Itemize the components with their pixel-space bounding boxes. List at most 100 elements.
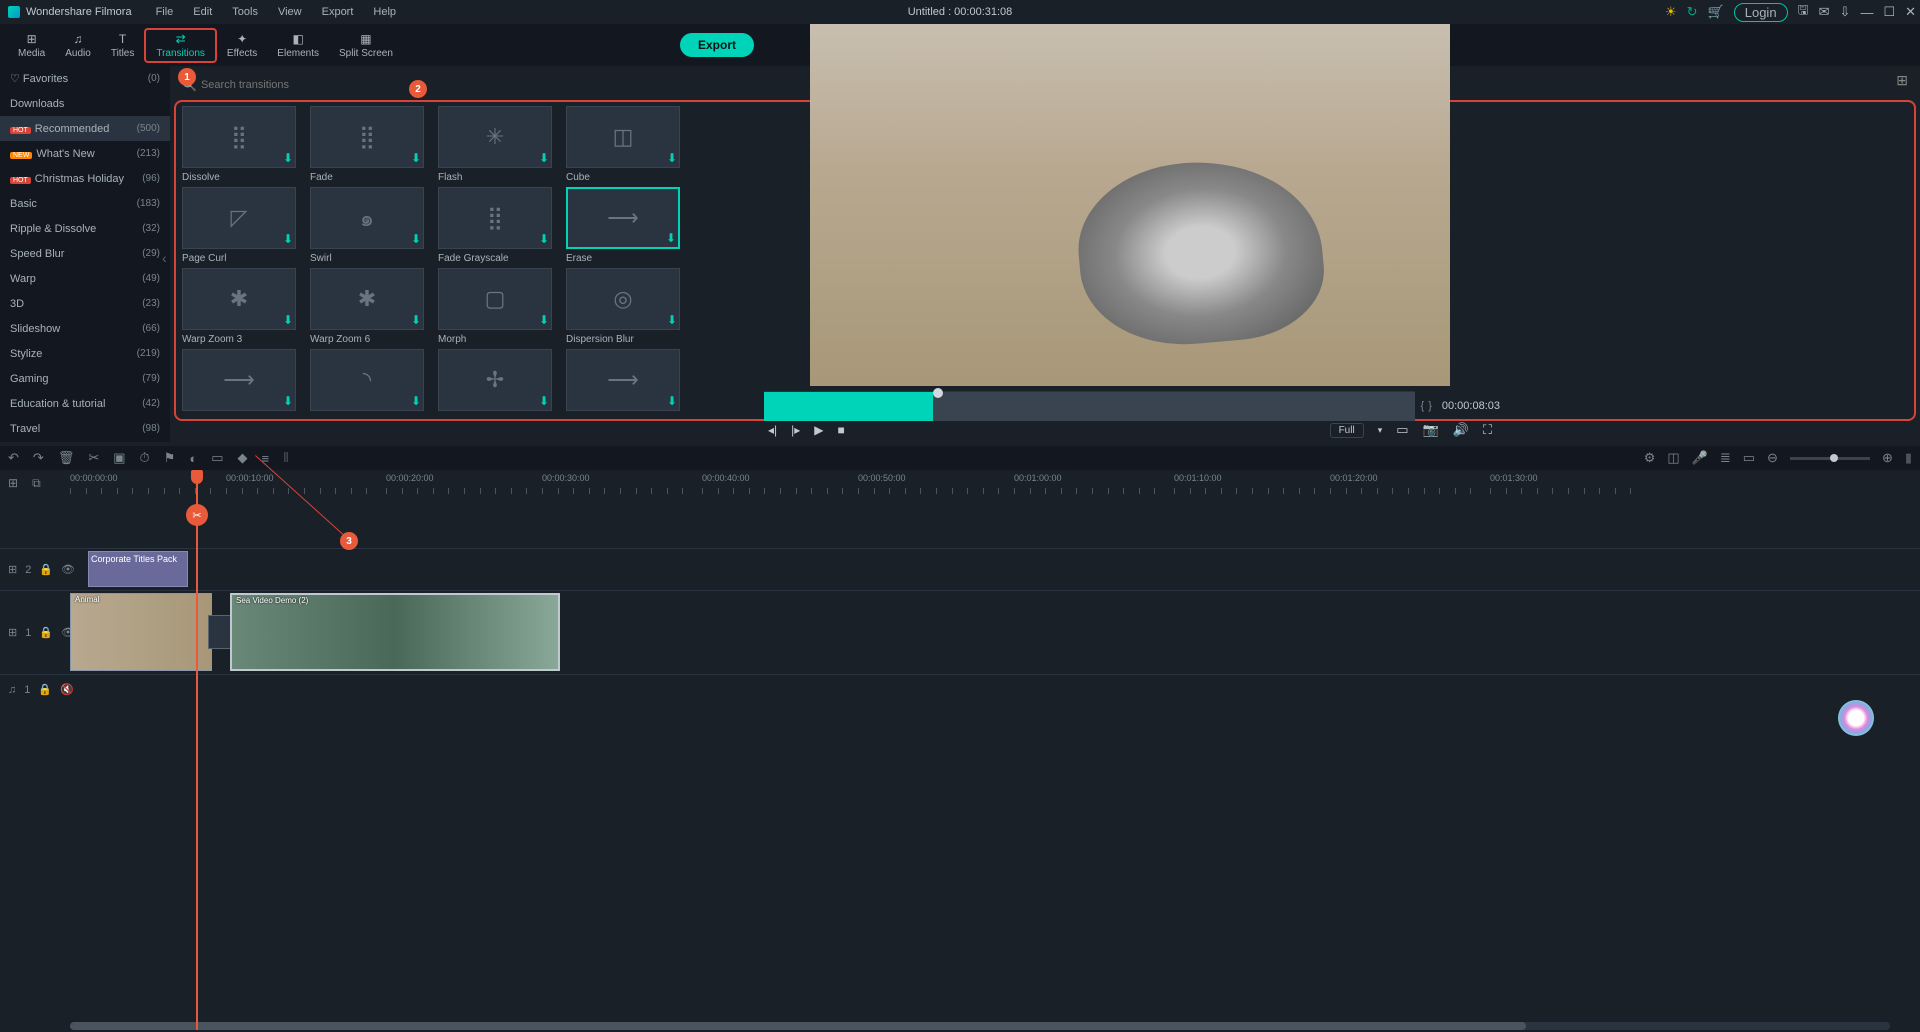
- transition-thumb[interactable]: ✱⬇: [310, 268, 424, 330]
- download-icon[interactable]: ⬇: [411, 313, 421, 327]
- tab-effects[interactable]: ✦Effects: [217, 30, 267, 61]
- transition-thumb[interactable]: ⣿⬇: [310, 106, 424, 168]
- sidebar-item[interactable]: Downloads: [0, 91, 170, 116]
- transition-thumb[interactable]: ✢⬇: [438, 349, 552, 411]
- download-icon[interactable]: ⬇: [539, 313, 549, 327]
- sidebar-item[interactable]: HOTRecommended(500): [0, 116, 170, 141]
- prev-frame-icon[interactable]: ◂|: [768, 423, 777, 437]
- out-bracket-icon[interactable]: }: [1428, 400, 1432, 412]
- transition-card[interactable]: ◎⬇Dispersion Blur: [566, 268, 690, 345]
- color-icon[interactable]: ◐: [189, 451, 197, 466]
- lock-icon[interactable]: 🔒: [39, 563, 53, 576]
- tab-titles[interactable]: TTitles: [101, 30, 145, 61]
- download-icon[interactable]: ⬇: [411, 232, 421, 246]
- stop-icon[interactable]: ■: [838, 423, 845, 437]
- download-icon[interactable]: ⬇: [667, 394, 677, 408]
- scissors-icon[interactable]: ✂: [186, 504, 208, 526]
- volume-icon[interactable]: 🔊: [1453, 422, 1469, 438]
- close-icon[interactable]: ✕: [1905, 4, 1916, 20]
- preview-video[interactable]: [810, 24, 1450, 386]
- tab-audio[interactable]: ♫Audio: [55, 30, 101, 61]
- speed-icon[interactable]: ⏱: [140, 450, 150, 466]
- tab-split-screen[interactable]: ▦Split Screen: [329, 30, 403, 61]
- cart-icon[interactable]: 🛒: [1708, 4, 1724, 20]
- in-bracket-icon[interactable]: {: [1421, 400, 1425, 412]
- transition-thumb[interactable]: ◝⬇: [310, 349, 424, 411]
- transition-thumb[interactable]: ▢⬇: [438, 268, 552, 330]
- download-icon[interactable]: ⬇: [539, 232, 549, 246]
- notification-icon[interactable]: ✉: [1819, 4, 1830, 20]
- sidebar-item[interactable]: Gaming(79): [0, 366, 170, 391]
- lock-icon[interactable]: 🔒: [39, 626, 53, 639]
- menu-file[interactable]: File: [148, 4, 182, 20]
- download-icon[interactable]: ⬇: [411, 394, 421, 408]
- save-icon[interactable]: 🖫: [1798, 1, 1809, 23]
- transition-thumb[interactable]: ⟶⬇: [566, 187, 680, 249]
- menu-edit[interactable]: Edit: [185, 4, 220, 20]
- zoom-fit-icon[interactable]: ▮: [1905, 450, 1912, 466]
- transition-thumb[interactable]: ✱⬇: [182, 268, 296, 330]
- transition-card[interactable]: ⣿⬇Dissolve: [182, 106, 306, 183]
- menu-help[interactable]: Help: [365, 4, 404, 20]
- zoom-out-icon[interactable]: ⊖: [1767, 450, 1778, 466]
- transition-card[interactable]: ✱⬇Warp Zoom 6: [310, 268, 434, 345]
- timeline-ruler[interactable]: 00:00:00:0000:00:10:0000:00:20:0000:00:3…: [70, 470, 1920, 498]
- lock-icon[interactable]: 🔒: [38, 683, 52, 696]
- mixer-icon[interactable]: ≣: [1720, 450, 1731, 466]
- tab-transitions[interactable]: ⇄Transitions: [144, 28, 217, 63]
- collapse-sidebar-icon[interactable]: ‹: [162, 250, 167, 266]
- download-icon[interactable]: ⬇: [667, 313, 677, 327]
- transition-thumb[interactable]: ๑⬇: [310, 187, 424, 249]
- fullscreen-icon[interactable]: ⛶: [1483, 422, 1492, 438]
- title-clip[interactable]: Corporate Titles Pack: [88, 551, 188, 587]
- menu-export[interactable]: Export: [314, 4, 362, 20]
- next-frame-icon[interactable]: |▸: [791, 423, 800, 437]
- download-icon[interactable]: ⬇: [539, 394, 549, 408]
- render-icon[interactable]: ▭: [1743, 450, 1755, 466]
- login-button[interactable]: Login: [1734, 3, 1788, 22]
- transition-card[interactable]: ◝⬇: [310, 349, 434, 415]
- tab-elements[interactable]: ◧Elements: [267, 30, 329, 61]
- crop-icon[interactable]: ▣: [113, 450, 125, 466]
- download-icon[interactable]: ⬇: [667, 151, 677, 165]
- snapshot-icon[interactable]: 📷: [1423, 422, 1439, 438]
- keyframe-icon[interactable]: ◆: [237, 450, 247, 466]
- transition-card[interactable]: ⟶⬇Erase: [566, 187, 690, 264]
- undo-icon[interactable]: ↶: [8, 450, 19, 466]
- wondershare-float-logo-icon[interactable]: [1838, 700, 1874, 736]
- transition-thumb[interactable]: ◎⬇: [566, 268, 680, 330]
- sidebar-item[interactable]: Warp(49): [0, 266, 170, 291]
- menu-tools[interactable]: Tools: [224, 4, 266, 20]
- sidebar-item[interactable]: HOTChristmas Holiday(96): [0, 166, 170, 191]
- marker-icon[interactable]: ⚑: [164, 450, 176, 466]
- transition-card[interactable]: ▢⬇Morph: [438, 268, 562, 345]
- sidebar-item[interactable]: Basic(183): [0, 191, 170, 216]
- display-icon[interactable]: ▭: [1396, 422, 1408, 438]
- magnet-icon[interactable]: ⧉: [32, 476, 41, 491]
- sidebar-item[interactable]: Slideshow(66): [0, 316, 170, 341]
- cut-icon[interactable]: ✂: [88, 450, 99, 466]
- transition-card[interactable]: ⟶⬇: [182, 349, 306, 415]
- download-icon[interactable]: ⬇: [666, 231, 676, 245]
- tab-media[interactable]: ⊞Media: [8, 30, 55, 61]
- sidebar-item[interactable]: 3D(23): [0, 291, 170, 316]
- sidebar-item[interactable]: Stylize(219): [0, 341, 170, 366]
- transition-card[interactable]: ✱⬇Warp Zoom 3: [182, 268, 306, 345]
- menu-view[interactable]: View: [270, 4, 310, 20]
- maximize-icon[interactable]: ☐: [1883, 4, 1895, 20]
- download-icon[interactable]: ⬇: [283, 151, 293, 165]
- minimize-icon[interactable]: —: [1860, 5, 1873, 20]
- transition-thumb[interactable]: ✳⬇: [438, 106, 552, 168]
- transition-card[interactable]: ✳⬇Flash: [438, 106, 562, 183]
- timeline-scrollbar[interactable]: [70, 1022, 1890, 1030]
- export-button[interactable]: Export: [680, 33, 754, 57]
- playhead[interactable]: ✂: [196, 470, 198, 1030]
- redo-icon[interactable]: ↷: [33, 450, 44, 466]
- transition-thumb[interactable]: ⣿⬇: [182, 106, 296, 168]
- download-icon[interactable]: ⇩: [1840, 4, 1851, 20]
- zoom-in-icon[interactable]: ⊕: [1882, 450, 1893, 466]
- track-manage-icon[interactable]: ⊞: [8, 476, 18, 491]
- transition-card[interactable]: ⟶⬇: [566, 349, 690, 415]
- lightbulb-icon[interactable]: ☀: [1665, 4, 1677, 20]
- download-icon[interactable]: ⬇: [283, 394, 293, 408]
